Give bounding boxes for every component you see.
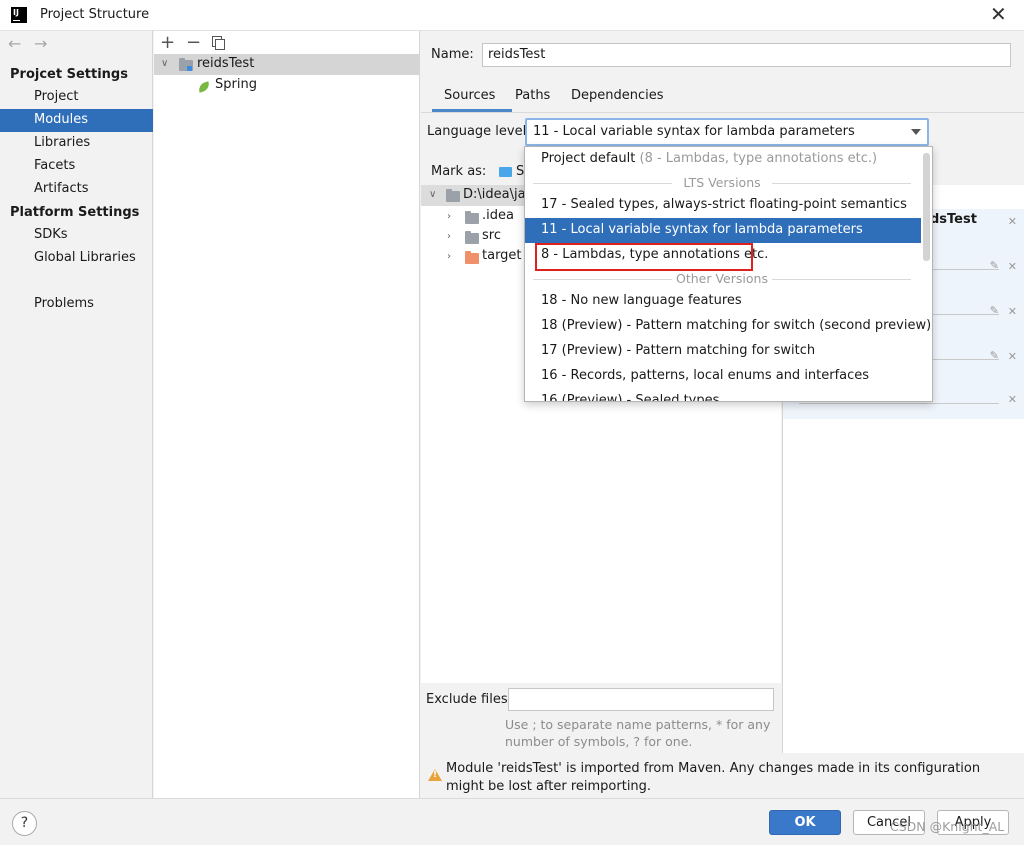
- remove-icon[interactable]: −: [186, 32, 201, 53]
- ok-button[interactable]: OK: [769, 810, 841, 835]
- back-arrow-icon[interactable]: ←: [8, 34, 21, 53]
- tab-paths[interactable]: Paths: [515, 88, 550, 103]
- module-name-input[interactable]: reidsTest: [482, 43, 1011, 67]
- remove-icon[interactable]: ✕: [1008, 393, 1017, 406]
- other-versions-separator: Other Versions: [533, 271, 911, 287]
- module-badge-icon: [187, 66, 192, 71]
- remove-root-icon[interactable]: ✕: [1008, 215, 1017, 228]
- chevron-down-icon[interactable]: ∨: [429, 189, 436, 200]
- language-level-label: Language level:: [427, 124, 531, 139]
- language-level-value: 11 - Local variable syntax for lambda pa…: [533, 124, 855, 139]
- separator-label: LTS Versions: [672, 175, 772, 191]
- sources-folder-icon[interactable]: [499, 167, 512, 177]
- watermark: CSDN @Knight_AL: [890, 819, 1005, 834]
- dropdown-scrollbar[interactable]: [923, 153, 930, 261]
- sidebar-item-artifacts[interactable]: Artifacts: [0, 178, 153, 201]
- lts-versions-separator: LTS Versions: [533, 175, 911, 191]
- pencil-icon[interactable]: ✎: [990, 304, 999, 317]
- option-java-16-preview[interactable]: 16 (Preview) - Sealed types: [525, 389, 921, 401]
- project-settings-header: Projcet Settings: [10, 67, 128, 82]
- exclude-hint-line1: Use ; to separate name patterns, * for a…: [505, 717, 771, 732]
- window-title: Project Structure: [40, 7, 150, 22]
- folder-label: src: [482, 228, 501, 243]
- modules-tree-panel: + − ∨ reidsTest Spring: [154, 31, 420, 798]
- sidebar-item-global-libraries[interactable]: Global Libraries: [0, 247, 153, 270]
- tree-row-module[interactable]: ∨ reidsTest: [154, 54, 420, 75]
- chevron-down-icon[interactable]: ∨: [161, 58, 168, 69]
- option-java-8[interactable]: 8 - Lambdas, type annotations etc.: [525, 243, 921, 268]
- option-java-17-preview[interactable]: 17 (Preview) - Pattern matching for swit…: [525, 339, 921, 364]
- separator-label: Other Versions: [672, 271, 772, 287]
- sidebar-item-facets[interactable]: Facets: [0, 155, 153, 178]
- module-name: reidsTest: [197, 56, 255, 71]
- exclude-files-input[interactable]: [508, 688, 774, 711]
- add-icon[interactable]: +: [160, 32, 175, 53]
- root-divider: [799, 403, 999, 404]
- language-level-dropdown: Project default (8 - Lambdas, type annot…: [524, 146, 933, 402]
- remove-icon[interactable]: ✕: [1008, 350, 1017, 363]
- option-java-11[interactable]: 11 - Local variable syntax for lambda pa…: [525, 218, 921, 243]
- content-root-name: dsTest: [930, 212, 977, 227]
- exclude-files-label: Exclude files:: [426, 692, 513, 707]
- remove-icon[interactable]: ✕: [1008, 260, 1017, 273]
- sidebar-item-sdks[interactable]: SDKs: [0, 224, 153, 247]
- sidebar-item-project[interactable]: Project: [0, 86, 153, 109]
- option-detail: (8 - Lambdas, type annotations etc.): [639, 151, 878, 166]
- platform-settings-header: Platform Settings: [10, 205, 140, 220]
- dropdown-arrow-icon[interactable]: [911, 129, 921, 135]
- folder-icon: [465, 231, 479, 244]
- option-java-17[interactable]: 17 - Sealed types, always-strict floatin…: [525, 193, 921, 218]
- close-icon[interactable]: ✕: [990, 3, 1007, 25]
- intellij-app-icon: IJ: [11, 7, 27, 23]
- settings-sidebar: ← → Projcet Settings Project Modules Lib…: [0, 31, 153, 798]
- spring-leaf-icon: [196, 81, 212, 93]
- sidebar-item-libraries[interactable]: Libraries: [0, 132, 153, 155]
- mark-as-label: Mark as:: [431, 164, 487, 179]
- title-bar: IJ Project Structure ✕: [0, 0, 1024, 31]
- excluded-folder-icon: [465, 251, 479, 264]
- folder-icon: [465, 211, 479, 224]
- sidebar-item-modules[interactable]: Modules: [0, 109, 153, 132]
- tab-sources[interactable]: Sources: [444, 88, 495, 103]
- folder-label: .idea: [482, 208, 514, 223]
- dialog-button-bar: ? OK Cancel Apply CSDN @Knight_AL: [0, 798, 1024, 845]
- language-level-combo[interactable]: 11 - Local variable syntax for lambda pa…: [525, 118, 929, 146]
- spring-facet-label: Spring: [215, 77, 257, 92]
- maven-warning-text: Module 'reidsTest' is imported from Mave…: [446, 761, 981, 794]
- name-label: Name:: [431, 47, 474, 62]
- option-java-18[interactable]: 18 - No new language features: [525, 289, 921, 314]
- chevron-right-icon[interactable]: ›: [447, 211, 451, 222]
- option-project-default[interactable]: Project default (8 - Lambdas, type annot…: [525, 147, 921, 172]
- folder-icon: [446, 189, 460, 202]
- folder-label: target: [482, 248, 522, 263]
- remove-icon[interactable]: ✕: [1008, 305, 1017, 318]
- pencil-icon[interactable]: ✎: [990, 349, 999, 362]
- option-label: Project default: [541, 151, 636, 166]
- chevron-right-icon[interactable]: ›: [447, 251, 451, 262]
- sidebar-item-problems[interactable]: Problems: [0, 293, 153, 316]
- copy-icon[interactable]: [212, 36, 225, 50]
- chevron-right-icon[interactable]: ›: [447, 231, 451, 242]
- warning-icon-mark: !: [433, 770, 438, 780]
- option-java-18-preview[interactable]: 18 (Preview) - Pattern matching for swit…: [525, 314, 931, 339]
- content-root-path: D:\idea\jav: [463, 187, 534, 202]
- exclude-hint-line2: number of symbols, ? for one.: [505, 734, 693, 749]
- tab-dependencies[interactable]: Dependencies: [571, 88, 664, 103]
- pencil-icon[interactable]: ✎: [990, 259, 999, 272]
- tabs-divider: [421, 112, 1024, 113]
- help-button[interactable]: ?: [12, 811, 37, 836]
- option-java-16[interactable]: 16 - Records, patterns, local enums and …: [525, 364, 921, 389]
- forward-arrow-icon[interactable]: →: [34, 34, 47, 53]
